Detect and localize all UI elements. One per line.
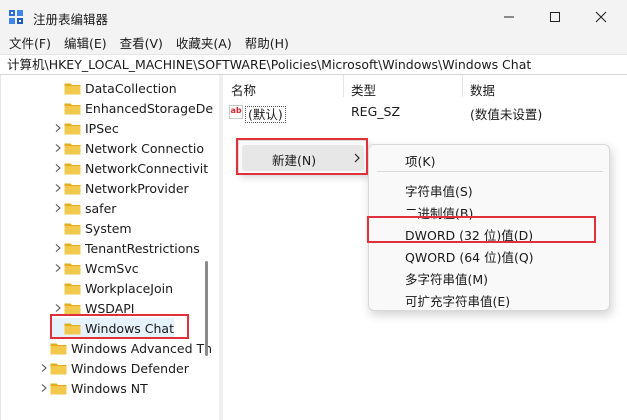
key-tree-pane[interactable]: DataCollection EnhancedStorageDe IPSec Netw…	[0, 75, 219, 420]
tree-item[interactable]: EnhancedStorageDe	[52, 98, 213, 118]
submenu-item-expandable-string[interactable]: 可扩充字符串值(E)	[405, 291, 510, 310]
folder-icon	[64, 222, 81, 235]
chevron-right-icon[interactable]	[52, 198, 64, 218]
submenu-item-multistring[interactable]: 多字符串值(M)	[405, 269, 488, 288]
folder-icon	[64, 242, 81, 255]
tree-item[interactable]: safer	[52, 198, 116, 218]
menu-favorites[interactable]: 收藏夹(A)	[176, 34, 232, 54]
folder-icon	[64, 102, 81, 115]
tree-item-label: NetworkProvider	[85, 180, 189, 196]
close-icon	[595, 11, 607, 23]
chevron-right-icon[interactable]	[52, 138, 64, 158]
submenu-item-string[interactable]: 字符串值(S)	[405, 181, 473, 200]
tree-item-label: safer	[85, 200, 117, 216]
tree-item-label: EnhancedStorageDe	[85, 100, 214, 116]
minimize-button[interactable]	[486, 0, 532, 34]
folder-icon	[64, 262, 81, 275]
folder-icon	[64, 142, 81, 155]
tree-item-label: TenantRestrictions	[85, 240, 200, 256]
window-title: 注册表编辑器	[33, 12, 109, 27]
tree-item[interactable]: Network Connectio	[52, 138, 204, 158]
tree-item-label: WorkplaceJoin	[85, 280, 174, 296]
submenu-separator	[377, 171, 603, 172]
minimize-icon	[504, 16, 514, 18]
chevron-right-icon[interactable]	[38, 358, 50, 378]
menu-file[interactable]: 文件(F)	[9, 34, 51, 54]
address-bar[interactable]: 计算机\HKEY_LOCAL_MACHINE\SOFTWARE\Policies…	[0, 54, 627, 75]
close-button[interactable]	[578, 0, 624, 34]
maximize-icon	[550, 12, 560, 22]
menu-help[interactable]: 帮助(H)	[245, 34, 289, 54]
highlight-box-windows-chat	[50, 314, 189, 339]
submenu-item-qword[interactable]: QWORD (64 位)值(Q)	[405, 247, 534, 266]
tree-item-label: WcmSvc	[85, 260, 139, 276]
folder-icon	[64, 202, 81, 215]
column-header-data[interactable]: 数据	[470, 80, 495, 99]
tree-item[interactable]: Windows Defender	[38, 358, 189, 378]
tree-item[interactable]: System	[52, 218, 132, 238]
submenu-item-key[interactable]: 项(K)	[405, 151, 435, 170]
folder-icon	[64, 282, 81, 295]
chevron-right-icon[interactable]	[52, 238, 64, 258]
tree-item[interactable]: Windows Advanced Th	[38, 338, 212, 358]
tree-item[interactable]: NetworkConnectivit	[52, 158, 208, 178]
chevron-right-icon[interactable]	[52, 158, 64, 178]
column-header-name[interactable]: 名称	[231, 80, 256, 99]
regedit-app-icon	[9, 10, 23, 24]
string-value-icon: ab	[229, 105, 243, 119]
tree-item-label: Windows Defender	[71, 360, 189, 376]
folder-icon	[50, 362, 67, 375]
folder-icon	[64, 302, 81, 315]
chevron-right-icon[interactable]	[38, 378, 50, 398]
value-data: (数值未设置)	[470, 107, 543, 122]
column-separator[interactable]	[462, 75, 463, 97]
column-separator[interactable]	[343, 75, 344, 97]
tree-item-label: DataCollection	[85, 80, 177, 96]
value-type: REG_SZ	[351, 104, 401, 119]
tree-item-label: NetworkConnectivit	[85, 160, 209, 176]
chevron-right-icon[interactable]	[52, 178, 64, 198]
folder-icon	[64, 182, 81, 195]
folder-icon	[64, 162, 81, 175]
tree-border	[0, 75, 1, 420]
menu-edit[interactable]: 编辑(E)	[64, 34, 107, 54]
folder-icon	[64, 82, 81, 95]
tree-item[interactable]: TenantRestrictions	[52, 238, 200, 258]
column-header-type[interactable]: 类型	[351, 80, 376, 99]
title-bar: 注册表编辑器	[0, 0, 627, 34]
tree-item-label: Windows Advanced Th	[71, 340, 213, 356]
tree-item[interactable]: Windows NT	[38, 378, 148, 398]
value-name: (默认)	[245, 106, 286, 123]
tree-item[interactable]: DataCollection	[52, 78, 177, 98]
tree-item[interactable]: IPSec	[52, 118, 119, 138]
tree-item-label: IPSec	[85, 120, 119, 136]
folder-icon	[64, 122, 81, 135]
tree-item[interactable]: NetworkProvider	[52, 178, 189, 198]
tree-item-label: System	[85, 220, 132, 236]
menu-bar: 文件(F) 编辑(E) 查看(V) 收藏夹(A) 帮助(H)	[0, 34, 627, 54]
tree-item-label: Windows NT	[71, 380, 148, 396]
tree-item[interactable]: WcmSvc	[52, 258, 139, 278]
highlight-box-new	[236, 138, 368, 175]
highlight-box-dword	[367, 216, 596, 243]
maximize-button[interactable]	[532, 0, 578, 34]
tree-scrollbar-thumb[interactable]	[205, 261, 208, 356]
chevron-right-icon[interactable]	[52, 118, 64, 138]
tree-item[interactable]: WorkplaceJoin	[52, 278, 173, 298]
folder-icon	[50, 342, 67, 355]
folder-icon	[50, 382, 67, 395]
tree-item-label: Network Connectio	[85, 140, 204, 156]
chevron-right-icon[interactable]	[52, 258, 64, 278]
menu-view[interactable]: 查看(V)	[120, 34, 163, 54]
